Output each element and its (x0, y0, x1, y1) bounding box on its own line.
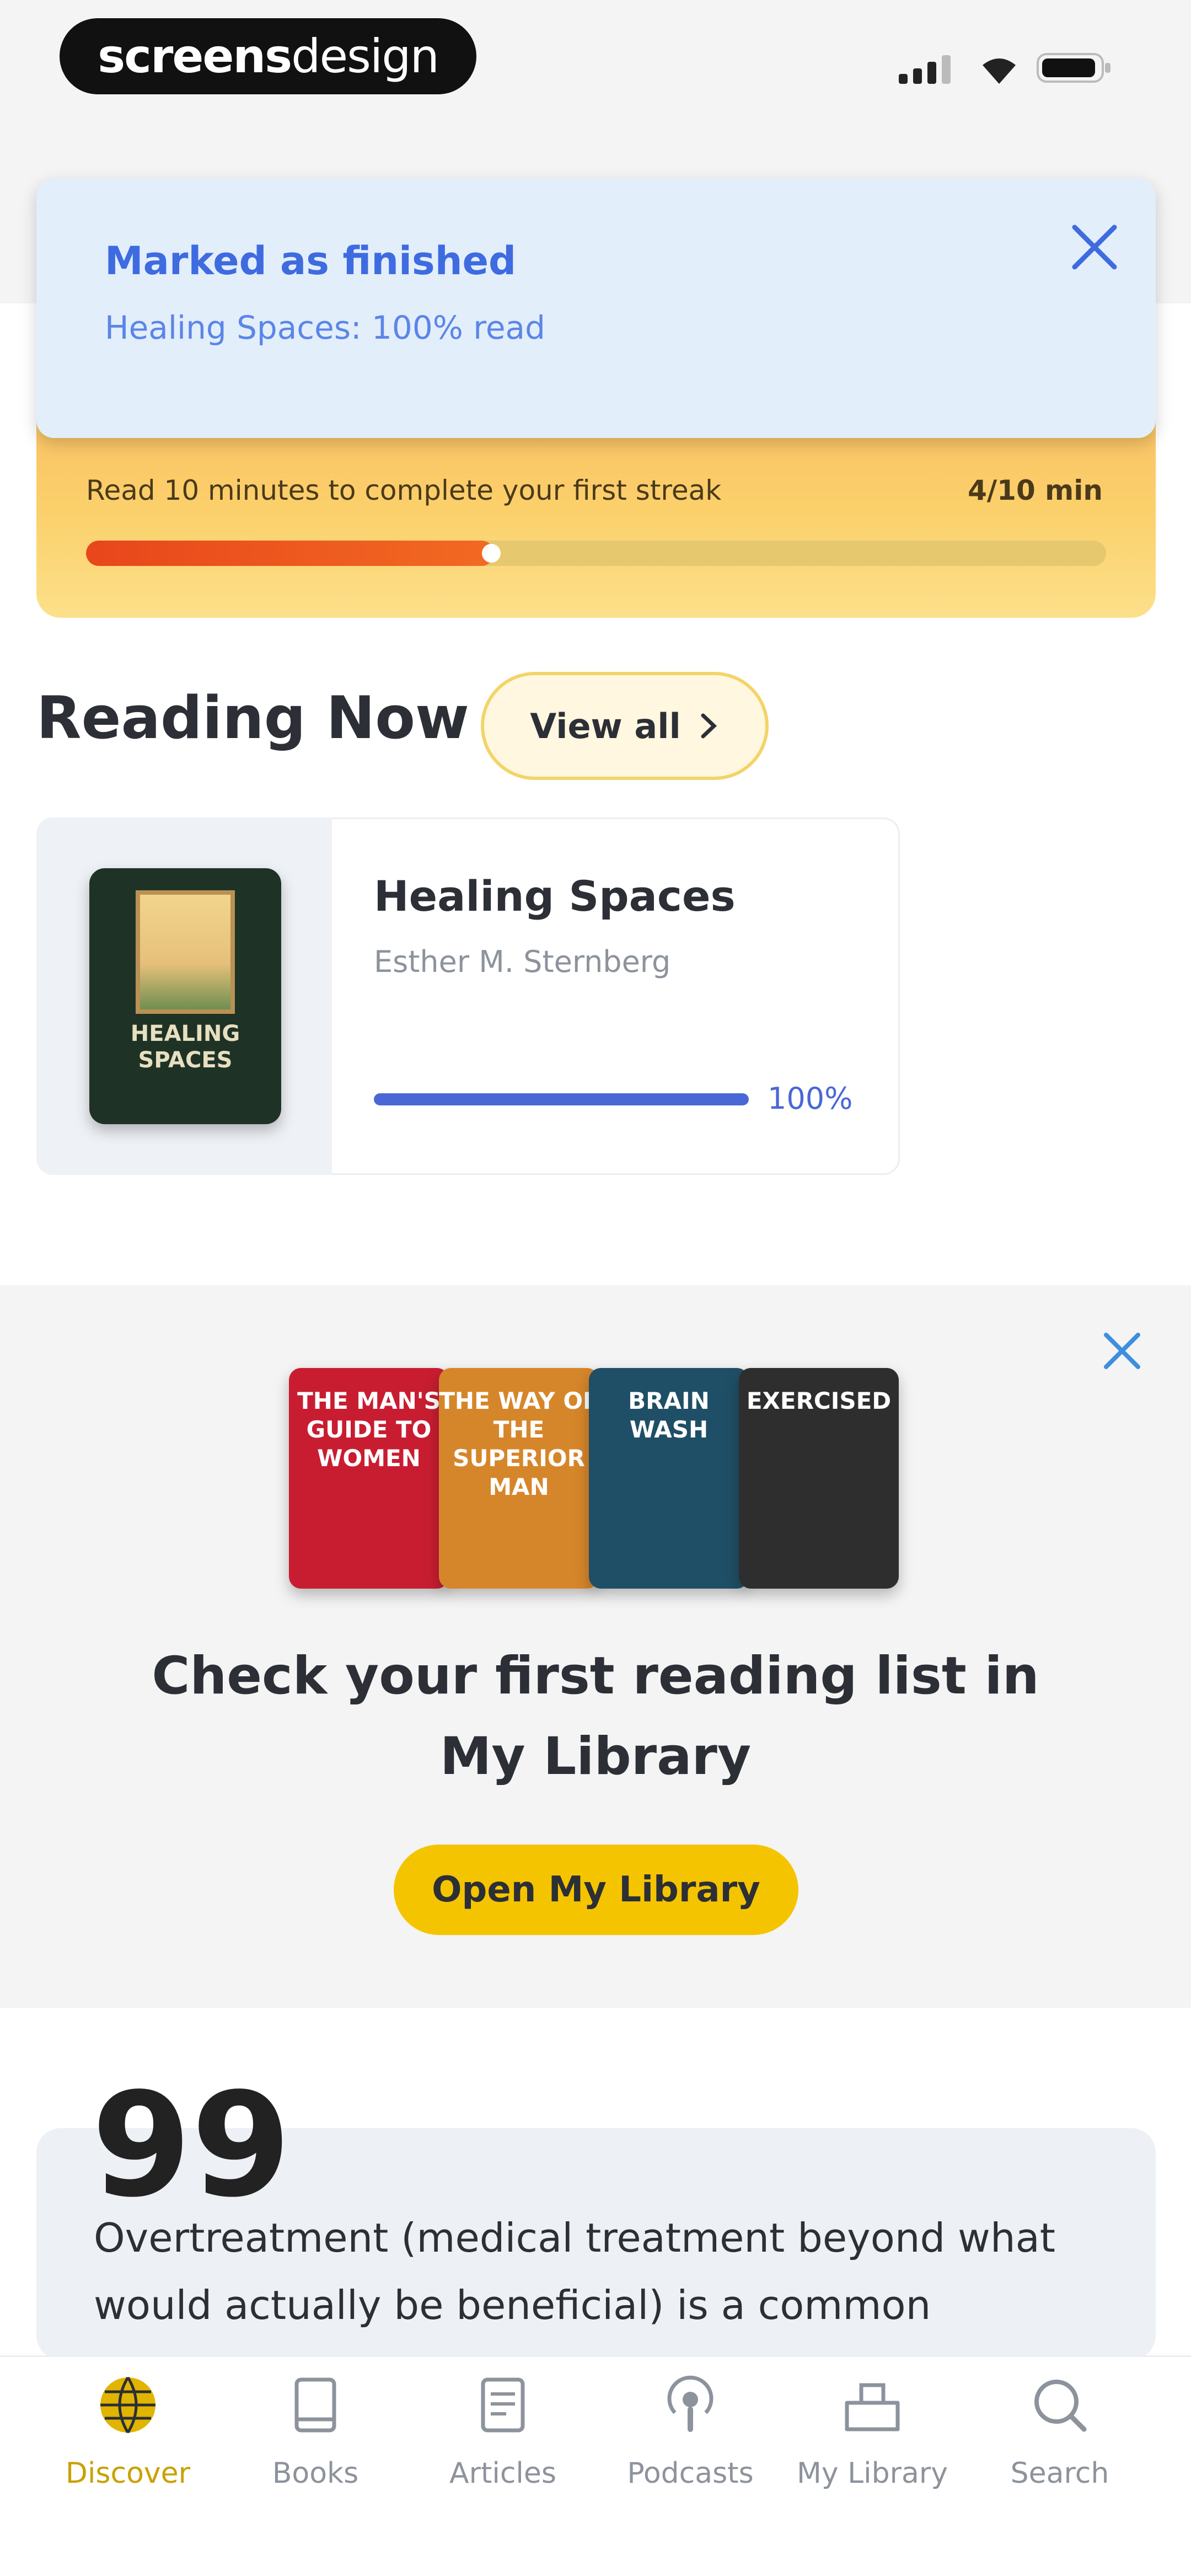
library-icon (845, 2383, 900, 2431)
search-icon (1034, 2380, 1087, 2432)
book-progress-fill (374, 1093, 749, 1105)
streak-progress-fill (86, 541, 494, 566)
nav-label-my-library: My Library (797, 2457, 948, 2490)
toast-title: Marked as finished (105, 238, 517, 284)
promo-book-4-title: EXERCISED (746, 1387, 892, 1414)
brand-logo: screens design (60, 18, 476, 94)
article-icon (481, 2377, 525, 2433)
globe-icon (100, 2376, 155, 2434)
nav-label-podcasts: Podcasts (627, 2457, 754, 2490)
nav-label-discover: Discover (65, 2457, 191, 2490)
promo-book-2-title: THE WAY OF THE SUPERIOR MAN (439, 1387, 599, 1500)
toast-subtitle: Healing Spaces: 100% read (105, 309, 545, 346)
signal-icon (899, 55, 951, 84)
open-my-library-button[interactable]: Open My Library (394, 1845, 798, 1935)
nav-label-search: Search (1010, 2457, 1109, 2490)
view-all-label: View all (530, 706, 681, 746)
brand-logo-light: design (291, 29, 439, 83)
toast-close-icon[interactable] (1067, 220, 1122, 275)
streak-progress-bar (86, 541, 1106, 566)
nav-label-books: Books (272, 2457, 359, 2490)
promo-book-1-title: THE MAN'S GUIDE TO WOMEN (297, 1387, 441, 1472)
nav-item-articles[interactable]: Articles (409, 2372, 597, 2490)
book-title: Healing Spaces (374, 872, 736, 921)
open-my-library-label: Open My Library (432, 1869, 760, 1910)
brand-logo-bold: screens (98, 29, 292, 83)
nav-item-books[interactable]: Books (222, 2372, 409, 2490)
podcast-icon (667, 2375, 713, 2432)
book-author: Esther M. Sternberg (374, 944, 671, 979)
streak-count: 4/10 min (968, 474, 1103, 506)
cover-title: HEALING SPACES (130, 1021, 240, 1073)
promo-book-4: EXERCISED (739, 1368, 899, 1589)
nav-item-podcasts[interactable]: Podcasts (597, 2372, 784, 2490)
chevron-right-icon (701, 713, 717, 739)
reading-now-title: Reading Now (36, 684, 469, 752)
nav-label-articles: Articles (449, 2457, 556, 2490)
promo-book-1: THE MAN'S GUIDE TO WOMEN (289, 1368, 449, 1589)
quote-mark-icon: 99 (92, 2062, 291, 2229)
promo-book-3-title: BRAIN WASH (628, 1387, 710, 1443)
quote-text: Overtreatment (medical treatment beyond … (94, 2215, 1055, 2328)
view-all-button[interactable]: View all (481, 672, 769, 780)
streak-progress-knob (482, 544, 501, 563)
book-progress-bar (374, 1093, 749, 1105)
cover-window-illustration (136, 890, 235, 1014)
promo-book-3: BRAIN WASH (589, 1368, 749, 1589)
promo-book-2: THE WAY OF THE SUPERIOR MAN (439, 1368, 599, 1589)
nav-item-discover[interactable]: Discover (34, 2372, 222, 2490)
nav-item-my-library[interactable]: My Library (779, 2372, 966, 2490)
toast-notification (36, 179, 1156, 438)
battery-icon (1037, 53, 1110, 83)
promo-text: Check your first reading list in My Libr… (152, 1646, 1039, 1787)
nav-item-search[interactable]: Search (966, 2372, 1154, 2490)
promo-close-icon[interactable] (1097, 1326, 1147, 1376)
book-icon (294, 2377, 336, 2433)
wifi-icon (983, 58, 1016, 84)
streak-text: Read 10 minutes to complete your first s… (86, 474, 722, 506)
book-progress-percent: 100% (768, 1081, 853, 1116)
